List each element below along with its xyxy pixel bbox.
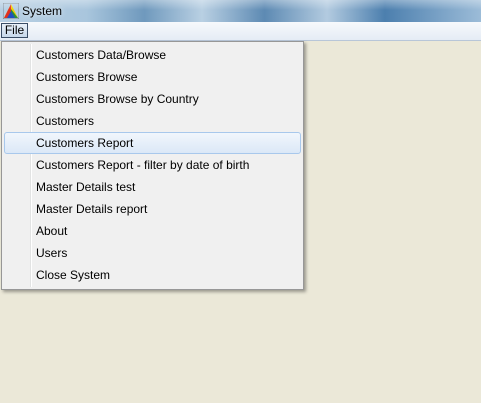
- menu-item-label: About: [36, 224, 68, 238]
- menu-item-label: Customers: [36, 114, 95, 128]
- menu-item-about[interactable]: About: [4, 220, 301, 242]
- menu-item-customers-report-filter-dob[interactable]: Customers Report - filter by date of bir…: [4, 154, 301, 176]
- menu-item-customers-browse[interactable]: Customers Browse: [4, 66, 301, 88]
- menu-item-label: Customers Browse by Country: [36, 92, 199, 106]
- menu-item-master-details-report[interactable]: Master Details report: [4, 198, 301, 220]
- window-title: System: [22, 4, 63, 18]
- menu-file[interactable]: File: [1, 23, 28, 38]
- menu-item-label: Customers Browse: [36, 70, 138, 84]
- menu-item-users[interactable]: Users: [4, 242, 301, 264]
- menu-item-label: Close System: [36, 268, 111, 282]
- menu-item-label: Master Details test: [36, 180, 136, 194]
- menu-item-customers-browse-by-country[interactable]: Customers Browse by Country: [4, 88, 301, 110]
- menu-bar: File: [0, 22, 481, 41]
- menu-item-master-details-test[interactable]: Master Details test: [4, 176, 301, 198]
- menu-item-label: Users: [36, 246, 68, 260]
- menu-item-close-system[interactable]: Close System: [4, 264, 301, 286]
- menu-item-label: Customers Data/Browse: [36, 48, 167, 62]
- menu-item-label: Master Details report: [36, 202, 148, 216]
- menu-item-label: Customers Report: [36, 136, 134, 150]
- file-dropdown-menu: Customers Data/Browse Customers Browse C…: [1, 41, 304, 290]
- menu-item-label: Customers Report - filter by date of bir…: [36, 158, 250, 172]
- menu-item-customers[interactable]: Customers: [4, 110, 301, 132]
- app-colorful-icon[interactable]: [3, 3, 19, 19]
- menu-item-customers-data-browse[interactable]: Customers Data/Browse: [4, 44, 301, 66]
- title-bar[interactable]: System: [0, 0, 481, 22]
- menu-item-customers-report[interactable]: Customers Report: [4, 132, 301, 154]
